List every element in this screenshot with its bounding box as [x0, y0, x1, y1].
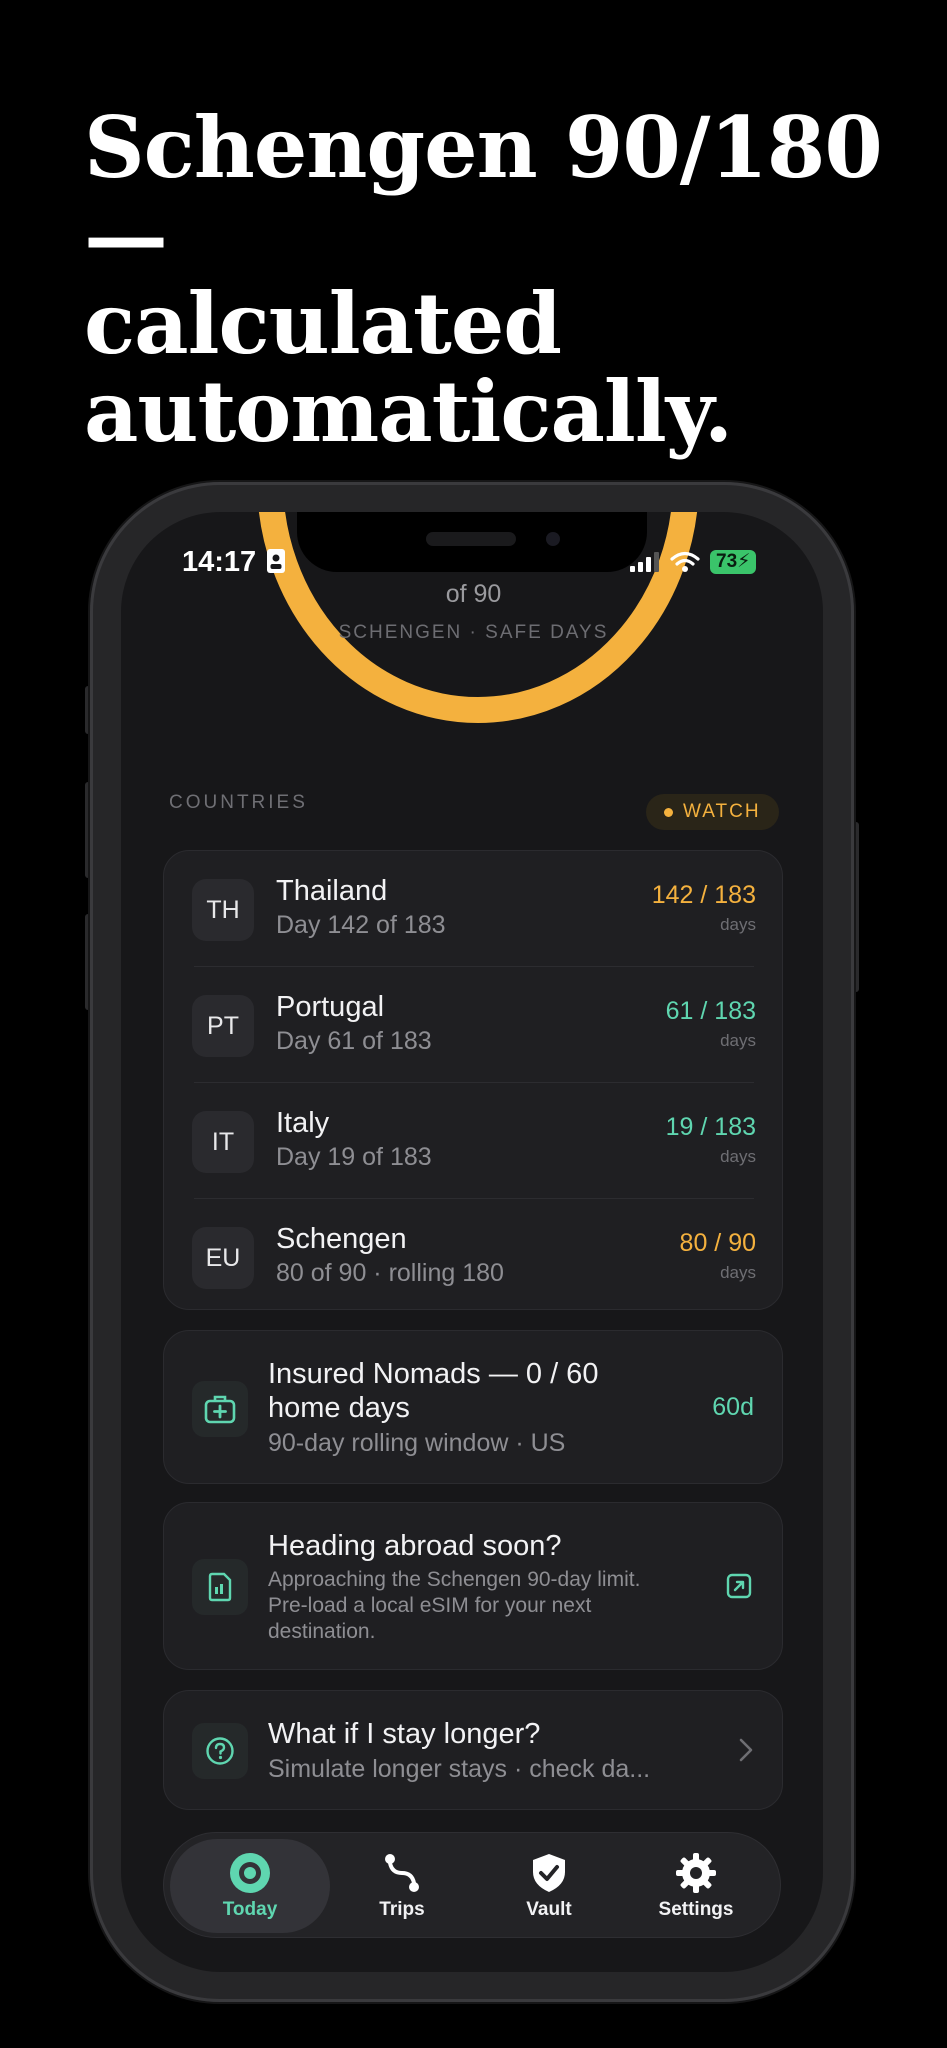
shield-check-icon: [533, 1854, 565, 1892]
country-unit: days: [720, 1031, 756, 1050]
insurance-title-line-2: home days: [268, 1392, 410, 1424]
country-row[interactable]: TH Thailand Day 142 of 183 142 / 183 day…: [164, 851, 784, 967]
tab-vault[interactable]: Vault: [469, 1839, 629, 1933]
country-unit: days: [720, 915, 756, 934]
external-link-icon[interactable]: [726, 1573, 752, 1599]
watch-status-badge: WATCH: [646, 794, 779, 830]
route-icon: [385, 1854, 419, 1892]
wifi-icon: [670, 551, 700, 572]
tab-label: Today: [222, 1899, 278, 1920]
what-if-card[interactable]: What if I stay longer? Simulate longer s…: [163, 1690, 783, 1810]
battery-level: 73: [716, 551, 738, 572]
what-if-subtitle: Simulate longer stays · check da...: [268, 1755, 651, 1783]
question-circle-icon: [192, 1723, 248, 1779]
phone-screen: of 90 SCHENGEN · SAFE DAYS 14:17 73⚡ COU…: [121, 512, 823, 1972]
what-if-title: What if I stay longer?: [268, 1718, 541, 1750]
country-detail: Day 19 of 183: [276, 1143, 432, 1171]
country-code: EU: [192, 1227, 254, 1289]
insurance-days-value: 60d: [712, 1393, 754, 1421]
countries-label: COUNTRIES: [169, 792, 308, 813]
status-time-text: 14:17: [182, 546, 257, 578]
insurance-title: Insured Nomads — 0 / 60 home days: [268, 1357, 598, 1425]
sim-card-icon: [192, 1559, 248, 1615]
watch-badge-label: WATCH: [683, 801, 761, 822]
headline-line-2: calculated: [84, 274, 562, 373]
headline-line-3: automatically.: [84, 362, 733, 461]
countries-card: TH Thailand Day 142 of 183 142 / 183 day…: [163, 850, 783, 1310]
country-name: Italy: [276, 1107, 330, 1139]
country-unit: days: [720, 1263, 756, 1282]
country-name: Portugal: [276, 991, 385, 1023]
cellular-signal-icon: [630, 552, 659, 572]
watch-dot-icon: [664, 807, 673, 817]
chevron-right-icon: [739, 1738, 753, 1762]
country-row[interactable]: EU Schengen 80 of 90 · rolling 180 80 / …: [164, 1199, 784, 1315]
tab-trips[interactable]: Trips: [322, 1839, 482, 1933]
esim-title: Heading abroad soon?: [268, 1530, 562, 1562]
country-row[interactable]: IT Italy Day 19 of 183 19 / 183 days: [164, 1083, 784, 1199]
country-detail: Day 61 of 183: [276, 1027, 432, 1055]
status-time: 14:17: [182, 546, 286, 579]
insurance-subtitle: 90-day rolling window · US: [268, 1429, 566, 1457]
esim-line-2: Pre-load a local eSIM for your next: [268, 1594, 592, 1617]
tab-today[interactable]: Today: [170, 1839, 330, 1933]
headline-line-1: Schengen 90/180 —: [84, 98, 883, 285]
country-count: 19 / 183: [665, 1113, 756, 1141]
tab-label: Trips: [379, 1899, 425, 1920]
country-detail: 80 of 90 · rolling 180: [276, 1259, 504, 1287]
speaker: [426, 532, 516, 546]
country-code: PT: [192, 995, 254, 1057]
country-name: Thailand: [276, 875, 388, 907]
battery-indicator: 73⚡: [710, 550, 757, 574]
camera: [546, 532, 560, 546]
esim-line-1: Approaching the Schengen 90-day limit.: [268, 1568, 641, 1591]
id-card-icon: [267, 549, 286, 573]
medical-kit-icon: [192, 1381, 248, 1437]
arc-caption: SCHENGEN · SAFE DAYS: [338, 622, 609, 643]
tab-settings[interactable]: Settings: [616, 1839, 776, 1933]
country-name: Schengen: [276, 1223, 407, 1255]
insurance-title-line-1: Insured Nomads — 0 / 60: [268, 1358, 599, 1390]
gear-icon: [676, 1853, 716, 1893]
charging-bolt-icon: ⚡: [737, 551, 751, 572]
target-icon: [230, 1853, 270, 1893]
tab-bar: Today Trips Vault Settings: [163, 1832, 781, 1938]
tab-label: Settings: [658, 1899, 734, 1920]
country-detail: Day 142 of 183: [276, 911, 446, 939]
country-count: 142 / 183: [651, 881, 756, 909]
esim-line-3: destination.: [268, 1620, 376, 1643]
country-count: 61 / 183: [665, 997, 756, 1025]
country-code: TH: [192, 879, 254, 941]
arc-of-label: of 90: [445, 580, 502, 608]
tab-label: Vault: [526, 1899, 572, 1920]
esim-description: Approaching the Schengen 90-day limit. P…: [268, 1567, 698, 1645]
insurance-card[interactable]: Insured Nomads — 0 / 60 home days 90-day…: [163, 1330, 783, 1484]
country-count: 80 / 90: [679, 1229, 756, 1257]
status-icons: 73⚡: [630, 550, 757, 574]
country-unit: days: [720, 1147, 756, 1166]
headline: Schengen 90/180 — calculated automatical…: [84, 104, 884, 456]
esim-card[interactable]: Heading abroad soon? Approaching the Sch…: [163, 1502, 783, 1670]
country-code: IT: [192, 1111, 254, 1173]
country-row[interactable]: PT Portugal Day 61 of 183 61 / 183 days: [164, 967, 784, 1083]
